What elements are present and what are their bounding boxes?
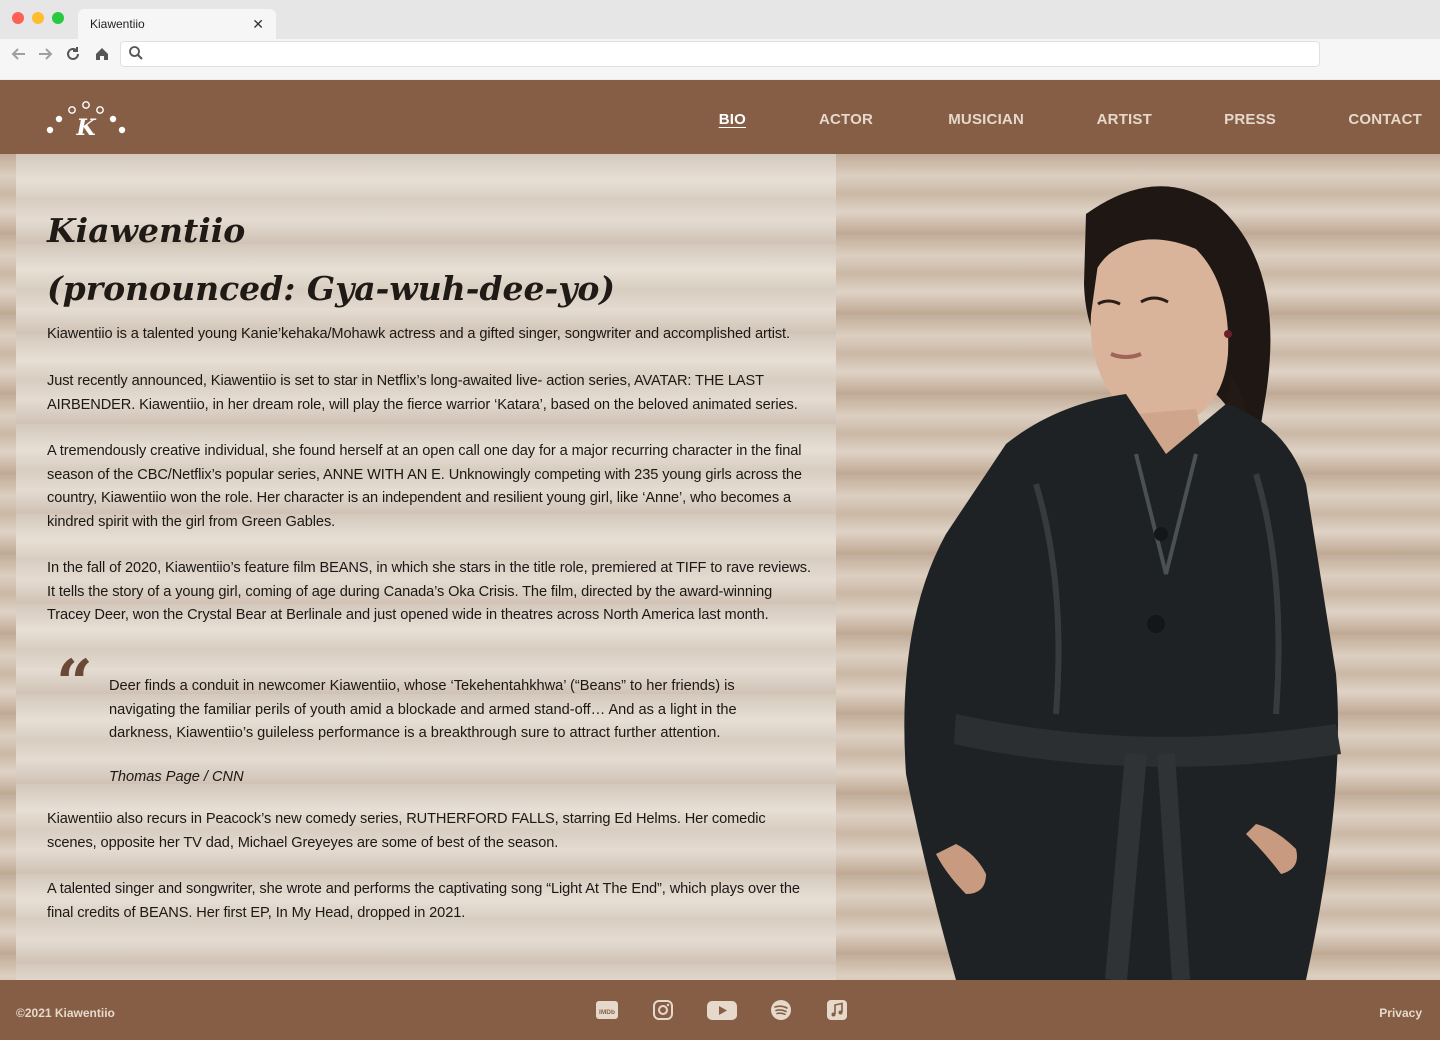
tab-close-icon[interactable]: ✕ [252,16,264,33]
title-pronunciation-prefix: (pronounced: [47,269,307,308]
browser-chrome: Kiawentiio ✕ [0,0,1440,79]
bio-panel: Kiawentiio (pronounced: Gya-wuh-dee-yo) … [16,154,836,980]
site-header: K BIO ACTOR MUSICIAN ARTIST PRESS CONTAC… [0,80,1440,154]
site-footer: ©2021 Kiawentiio IMDb Privacy [0,980,1440,1040]
browser-toolbar [0,39,1440,79]
nav-artist[interactable]: ARTIST [1097,111,1152,128]
reload-icon[interactable] [64,45,82,63]
social-links: IMDb [595,998,881,1022]
close-window-button[interactable] [12,12,24,24]
apple-music-icon[interactable] [825,998,849,1022]
browser-tab[interactable]: Kiawentiio ✕ [78,9,276,39]
home-icon[interactable] [93,45,111,63]
copyright-text: ©2021 Kiawentiio [16,1006,115,1020]
nav-bio[interactable]: BIO [719,111,746,128]
bio-paragraph: Just recently announced, Kiawentiio is s… [47,373,798,413]
spotify-icon[interactable] [769,998,793,1022]
portrait-photo [836,154,1440,981]
instagram-icon[interactable] [651,998,675,1022]
imdb-icon[interactable]: IMDb [595,998,619,1022]
bio-paragraph: Kiawentiio also recurs in Peacock’s new … [47,811,766,851]
nav-actor[interactable]: ACTOR [819,111,873,128]
maximize-window-button[interactable] [52,12,64,24]
imdb-text: IMDb [599,1009,615,1016]
title-pronunciation: Gya-wuh-dee-yo [306,269,600,308]
nav-contact[interactable]: CONTACT [1348,111,1422,128]
nav-musician[interactable]: MUSICIAN [948,111,1024,128]
press-quote: Deer finds a conduit in newcomer Kiawent… [109,678,737,741]
address-bar[interactable] [120,41,1320,67]
bio-paragraph: In the fall of 2020, Kiawentiio’s featur… [47,560,811,623]
forward-icon[interactable] [36,45,54,63]
youtube-icon[interactable] [707,998,737,1022]
bio-paragraph: A talented singer and songwriter, she wr… [47,881,800,921]
back-icon[interactable] [10,45,28,63]
tab-title: Kiawentiio [90,17,145,31]
nav-press[interactable]: PRESS [1224,111,1276,128]
main-content: Kiawentiio (pronounced: Gya-wuh-dee-yo) … [0,154,1440,981]
minimize-window-button[interactable] [32,12,44,24]
quote-citation: Thomas Page / CNN [109,769,244,785]
window-controls [12,12,64,24]
privacy-link[interactable]: Privacy [1379,1006,1422,1020]
page-title: Kiawentiio (pronounced: Gya-wuh-dee-yo) [47,202,615,318]
title-name: Kiawentiio [47,211,246,250]
logo-letter: K [75,115,96,140]
title-pronunciation-suffix: ) [599,269,616,308]
quote-mark-icon: “ [56,646,93,721]
bio-paragraph: Kiawentiio is a talented young Kanie’keh… [47,326,790,342]
bio-paragraph: A tremendously creative individual, she … [47,443,802,530]
search-icon [129,46,143,60]
site-logo[interactable]: K [46,100,128,141]
